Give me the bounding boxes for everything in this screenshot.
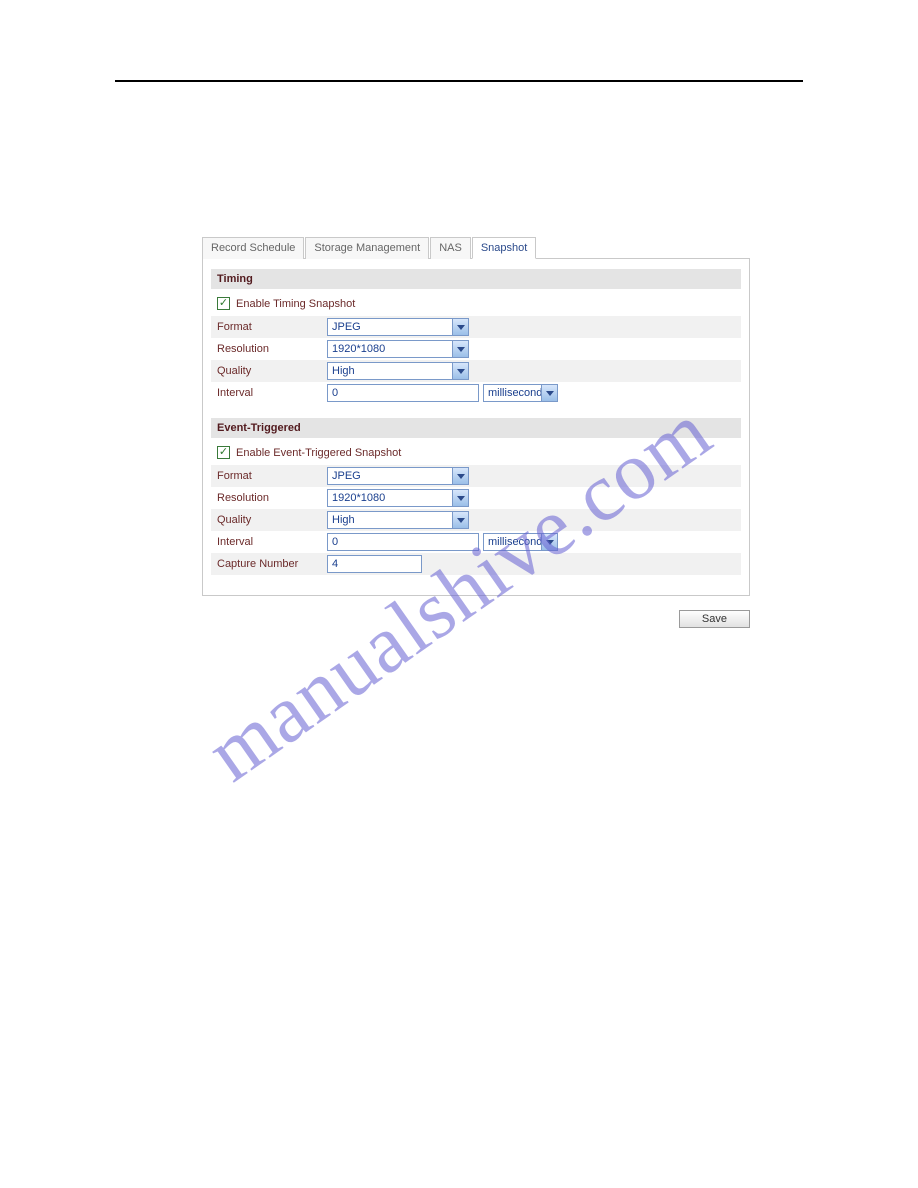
chevron-down-icon <box>452 512 468 528</box>
timing-quality-label: Quality <box>217 365 327 377</box>
event-quality-value: High <box>332 514 355 526</box>
tab-bar: Record Schedule Storage Management NAS S… <box>202 236 750 259</box>
timing-format-select[interactable]: JPEG <box>327 318 469 336</box>
timing-format-row: Format JPEG <box>211 316 741 338</box>
save-button[interactable]: Save <box>679 610 750 628</box>
timing-interval-unit-select[interactable]: millisecond <box>483 384 558 402</box>
enable-event-row: Enable Event-Triggered Snapshot <box>211 438 741 465</box>
tab-storage-management[interactable]: Storage Management <box>305 237 429 259</box>
timing-resolution-select[interactable]: 1920*1080 <box>327 340 469 358</box>
tab-record-schedule[interactable]: Record Schedule <box>202 237 304 259</box>
enable-event-checkbox[interactable] <box>217 446 230 459</box>
event-format-select[interactable]: JPEG <box>327 467 469 485</box>
event-capture-row: Capture Number 4 <box>211 553 741 575</box>
event-interval-unit-select[interactable]: millisecond <box>483 533 558 551</box>
timing-format-value: JPEG <box>332 321 361 333</box>
event-format-label: Format <box>217 470 327 482</box>
chevron-down-icon <box>452 468 468 484</box>
snapshot-panel: Timing Enable Timing Snapshot Format JPE… <box>202 259 750 596</box>
timing-resolution-value: 1920*1080 <box>332 343 385 355</box>
settings-panel: Record Schedule Storage Management NAS S… <box>202 236 750 628</box>
button-row: Save <box>202 610 750 628</box>
timing-resolution-label: Resolution <box>217 343 327 355</box>
chevron-down-icon <box>452 490 468 506</box>
event-section-header: Event-Triggered <box>211 418 741 438</box>
enable-timing-row: Enable Timing Snapshot <box>211 289 741 316</box>
timing-quality-value: High <box>332 365 355 377</box>
tab-snapshot[interactable]: Snapshot <box>472 237 536 259</box>
chevron-down-icon <box>452 363 468 379</box>
timing-section-header: Timing <box>211 269 741 289</box>
page-header-rule <box>115 80 803 82</box>
chevron-down-icon <box>452 319 468 335</box>
event-resolution-select[interactable]: 1920*1080 <box>327 489 469 507</box>
timing-interval-row: Interval 0 millisecond <box>211 382 741 404</box>
timing-resolution-row: Resolution 1920*1080 <box>211 338 741 360</box>
enable-timing-label: Enable Timing Snapshot <box>236 298 355 310</box>
event-quality-label: Quality <box>217 514 327 526</box>
timing-interval-input[interactable]: 0 <box>327 384 479 402</box>
event-capture-input[interactable]: 4 <box>327 555 422 573</box>
event-resolution-row: Resolution 1920*1080 <box>211 487 741 509</box>
tab-nas[interactable]: NAS <box>430 237 471 259</box>
timing-format-label: Format <box>217 321 327 333</box>
chevron-down-icon <box>541 385 557 401</box>
timing-interval-unit-value: millisecond <box>488 387 542 399</box>
event-interval-unit-value: millisecond <box>488 536 542 548</box>
enable-timing-checkbox[interactable] <box>217 297 230 310</box>
event-quality-select[interactable]: High <box>327 511 469 529</box>
event-interval-input[interactable]: 0 <box>327 533 479 551</box>
enable-event-label: Enable Event-Triggered Snapshot <box>236 447 401 459</box>
chevron-down-icon <box>541 534 557 550</box>
timing-quality-select[interactable]: High <box>327 362 469 380</box>
timing-quality-row: Quality High <box>211 360 741 382</box>
event-interval-row: Interval 0 millisecond <box>211 531 741 553</box>
timing-interval-label: Interval <box>217 387 327 399</box>
event-capture-label: Capture Number <box>217 558 327 570</box>
event-format-value: JPEG <box>332 470 361 482</box>
section-spacer <box>211 404 741 418</box>
chevron-down-icon <box>452 341 468 357</box>
event-quality-row: Quality High <box>211 509 741 531</box>
event-resolution-label: Resolution <box>217 492 327 504</box>
event-resolution-value: 1920*1080 <box>332 492 385 504</box>
event-interval-label: Interval <box>217 536 327 548</box>
event-format-row: Format JPEG <box>211 465 741 487</box>
